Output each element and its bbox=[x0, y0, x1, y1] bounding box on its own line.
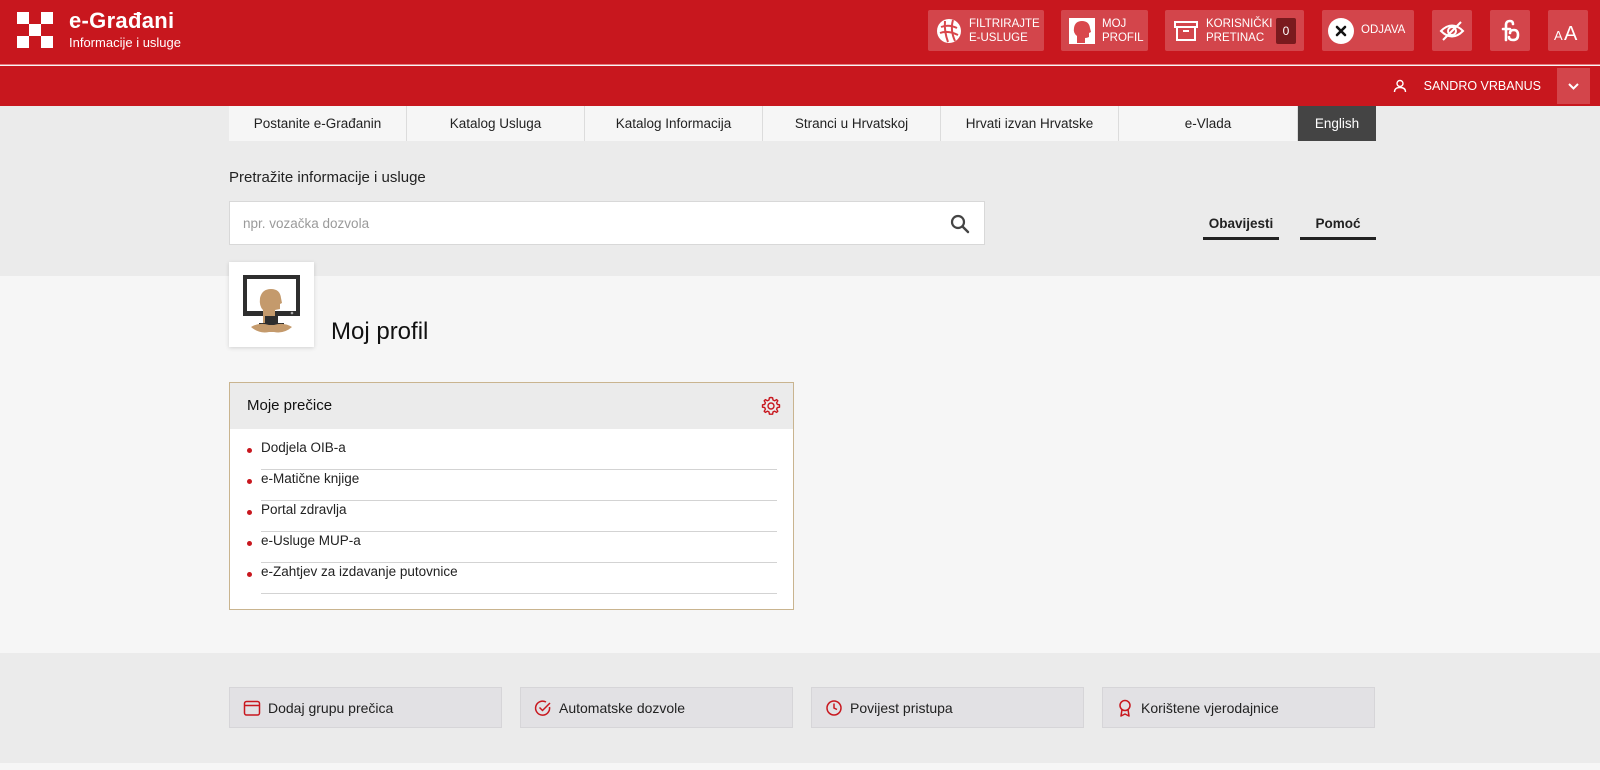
svg-text:A: A bbox=[1564, 23, 1578, 44]
user-name[interactable]: SANDRO VRBANUS bbox=[1424, 66, 1541, 106]
my-profile-button[interactable]: MOJ PROFIL bbox=[1061, 10, 1148, 51]
brand-title[interactable]: e-Građani bbox=[69, 8, 174, 34]
user-icon bbox=[1393, 79, 1407, 93]
clock-icon bbox=[826, 700, 842, 716]
profile-tile bbox=[229, 262, 314, 347]
automatic-permissions-button[interactable]: Automatske dozvole bbox=[520, 687, 793, 728]
accessibility-toggle-button[interactable] bbox=[1432, 10, 1472, 51]
list-item[interactable]: Dodjela OIB-a bbox=[247, 440, 777, 471]
archive-box-icon bbox=[1174, 21, 1198, 41]
filter-globe-icon bbox=[937, 19, 961, 43]
eye-off-icon bbox=[1439, 21, 1465, 41]
text-size-button[interactable]: A A bbox=[1548, 10, 1588, 51]
check-circle-icon bbox=[534, 700, 551, 716]
list-item[interactable]: Portal zdravlja bbox=[247, 502, 777, 533]
shortcut-link[interactable]: e-Usluge MUP-a bbox=[261, 533, 777, 563]
shortcuts-panel: Moje prečice Dodjela OIB-a e-Matične knj… bbox=[229, 382, 794, 610]
add-shortcut-group-button[interactable]: Dodaj grupu prečica bbox=[229, 687, 502, 728]
shortcut-link[interactable]: Dodjela OIB-a bbox=[261, 440, 777, 470]
access-history-label: Povijest pristupa bbox=[850, 700, 953, 716]
gear-icon[interactable] bbox=[761, 396, 781, 416]
shortcuts-title: Moje prečice bbox=[247, 397, 333, 414]
dyslexic-font-icon bbox=[1501, 19, 1520, 42]
award-icon bbox=[1119, 699, 1131, 717]
list-item[interactable]: e-Matične knjige bbox=[247, 471, 777, 502]
logout-button[interactable]: ODJAVA bbox=[1322, 10, 1414, 51]
nav-item-croats-abroad[interactable]: Hrvati izvan Hrvatske bbox=[941, 106, 1119, 141]
bullet-icon bbox=[247, 448, 252, 453]
computer-user-icon bbox=[243, 275, 300, 333]
list-item[interactable]: e-Usluge MUP-a bbox=[247, 533, 777, 564]
add-shortcut-group-label: Dodaj grupu prečica bbox=[268, 700, 394, 716]
nav-item-info-catalog[interactable]: Katalog Informacija bbox=[585, 106, 763, 141]
user-inbox-label: KORISNIČKI PRETINAC bbox=[1206, 18, 1273, 44]
search-section: Postanite e-Građanin Katalog Usluga Kata… bbox=[0, 106, 1600, 276]
inbox-count-badge: 0 bbox=[1276, 18, 1296, 44]
text-size-icon: A A bbox=[1554, 23, 1578, 44]
notices-link[interactable]: Obavijesti bbox=[1203, 216, 1279, 240]
svg-text:A: A bbox=[1554, 28, 1563, 43]
brand-subtitle: Informacije i usluge bbox=[69, 35, 181, 50]
nav-item-services-catalog[interactable]: Katalog Usluga bbox=[407, 106, 585, 141]
bullet-icon bbox=[247, 572, 252, 577]
help-link[interactable]: Pomoć bbox=[1300, 216, 1376, 240]
logout-label: ODJAVA bbox=[1361, 24, 1406, 36]
nav-item-e-government[interactable]: e-Vlada bbox=[1119, 106, 1298, 141]
search-input[interactable] bbox=[230, 202, 930, 244]
used-credentials-button[interactable]: Korištene vjerodajnice bbox=[1102, 687, 1375, 728]
search-icon[interactable] bbox=[950, 214, 970, 234]
shortcut-link[interactable]: e-Matične knjige bbox=[261, 471, 777, 501]
shortcut-link[interactable]: e-Zahtjev za izdavanje putovnice bbox=[261, 564, 777, 594]
checkerboard-logo-icon[interactable] bbox=[17, 12, 53, 48]
user-menu-toggle[interactable] bbox=[1557, 68, 1590, 104]
page-title: Moj profil bbox=[331, 318, 429, 345]
top-header: e-Građani Informacije i usluge FILTRIRAJ… bbox=[0, 0, 1600, 65]
shortcut-link[interactable]: Portal zdravlja bbox=[261, 502, 777, 532]
bullet-icon bbox=[247, 479, 252, 484]
filter-services-label: FILTRIRAJTE E-USLUGE bbox=[969, 18, 1040, 44]
used-credentials-label: Korištene vjerodajnice bbox=[1141, 700, 1279, 716]
nav-item-foreigners[interactable]: Stranci u Hrvatskoj bbox=[763, 106, 941, 141]
profile-head-icon bbox=[1069, 18, 1095, 44]
search-label: Pretražite informacije i usluge bbox=[229, 169, 426, 186]
main-nav: Postanite e-Građanin Katalog Usluga Kata… bbox=[229, 106, 1376, 141]
footer-actions: Dodaj grupu prečica Automatske dozvole P… bbox=[0, 653, 1600, 763]
nav-item-become-citizen[interactable]: Postanite e-Građanin bbox=[229, 106, 407, 141]
dyslexic-font-button[interactable] bbox=[1490, 10, 1530, 51]
automatic-permissions-label: Automatske dozvole bbox=[559, 700, 686, 716]
calendar-icon bbox=[243, 700, 261, 716]
user-bar: SANDRO VRBANUS bbox=[0, 66, 1600, 106]
shortcuts-list: Dodjela OIB-a e-Matične knjige Portal zd… bbox=[247, 440, 777, 595]
nav-item-english[interactable]: English bbox=[1298, 106, 1376, 141]
close-circle-icon bbox=[1328, 18, 1354, 44]
filter-services-button[interactable]: FILTRIRAJTE E-USLUGE bbox=[928, 10, 1044, 51]
list-item[interactable]: e-Zahtjev za izdavanje putovnice bbox=[247, 564, 777, 595]
bullet-icon bbox=[247, 510, 252, 515]
bottom-strip bbox=[0, 763, 1600, 770]
shortcuts-panel-header: Moje prečice bbox=[230, 383, 793, 429]
user-inbox-button[interactable]: KORISNIČKI PRETINAC 0 bbox=[1165, 10, 1304, 51]
my-profile-label: MOJ PROFIL bbox=[1102, 18, 1144, 44]
access-history-button[interactable]: Povijest pristupa bbox=[811, 687, 1084, 728]
bullet-icon bbox=[247, 541, 252, 546]
search-box bbox=[229, 201, 985, 245]
chevron-down-icon bbox=[1568, 83, 1579, 90]
